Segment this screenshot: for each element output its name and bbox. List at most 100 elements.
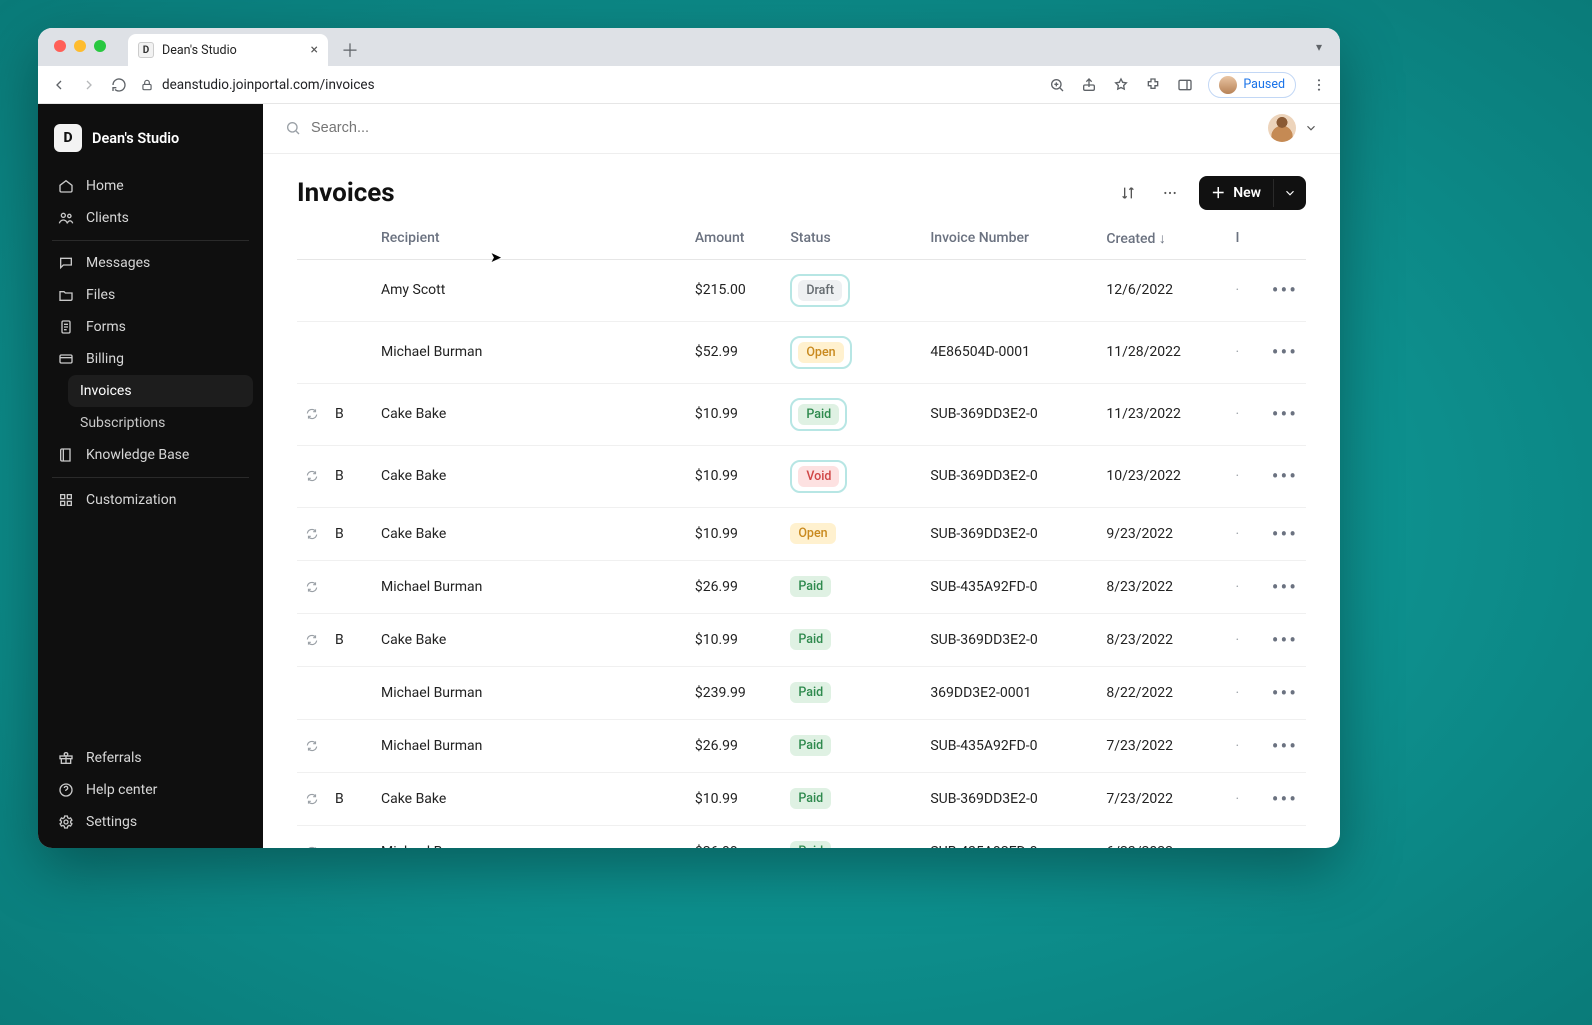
sidebar-sublist-billing: Invoices Subscriptions bbox=[68, 375, 253, 439]
more-icon: ••• bbox=[1272, 402, 1298, 426]
sidebar-item-knowledge[interactable]: Knowledge Base bbox=[48, 439, 253, 471]
recipient-name: Cake Bake bbox=[381, 526, 446, 542]
column-invoice-number[interactable]: Invoice Number bbox=[922, 218, 1098, 260]
share-icon[interactable] bbox=[1080, 76, 1098, 94]
more-icon: ••• bbox=[1272, 464, 1298, 488]
row-actions[interactable]: ••• bbox=[1256, 507, 1306, 560]
status-cell: Paid bbox=[782, 383, 922, 445]
new-button-label: New bbox=[1233, 185, 1261, 201]
new-tab-button[interactable]: ＋ bbox=[336, 36, 364, 64]
sidebar-item-referrals[interactable]: Referrals bbox=[48, 742, 253, 774]
search-input[interactable] bbox=[311, 120, 571, 136]
maximize-window-button[interactable] bbox=[94, 40, 106, 52]
new-invoice-button[interactable]: ＋ New bbox=[1199, 176, 1306, 210]
table-row[interactable]: BCake Bake$10.99PaidSUB-369DD3E2-08/23/2… bbox=[297, 613, 1306, 666]
row-actions[interactable]: ••• bbox=[1256, 321, 1306, 383]
overflow-cell: · bbox=[1227, 666, 1256, 719]
sidebar-item-home[interactable]: Home bbox=[48, 170, 253, 202]
amount-cell: $215.00 bbox=[687, 259, 782, 321]
sidebar-bottom: Referrals Help center Settings bbox=[48, 742, 253, 838]
sidebar: D Dean's Studio Home Clients Messages Fi… bbox=[38, 104, 263, 848]
created-cell: 11/28/2022 bbox=[1098, 321, 1227, 383]
row-actions[interactable]: ••• bbox=[1256, 383, 1306, 445]
amount-cell: $52.99 bbox=[687, 321, 782, 383]
new-button-dropdown[interactable] bbox=[1273, 179, 1306, 207]
sidebar-item-messages[interactable]: Messages bbox=[48, 247, 253, 279]
table-row[interactable]: Michael Burman$52.99Open4E86504D-000111/… bbox=[297, 321, 1306, 383]
row-actions[interactable]: ••• bbox=[1256, 560, 1306, 613]
column-created[interactable]: Created ↓ bbox=[1098, 218, 1227, 260]
status-cell: Draft bbox=[782, 259, 922, 321]
tab-title: Dean's Studio bbox=[162, 43, 237, 58]
tabs-overflow-button[interactable]: ▾ bbox=[1316, 40, 1322, 54]
more-button[interactable] bbox=[1157, 180, 1183, 206]
browser-menu-button[interactable] bbox=[1310, 76, 1328, 94]
table-row[interactable]: BCake Bake$10.99PaidSUB-369DD3E2-011/23/… bbox=[297, 383, 1306, 445]
row-actions[interactable]: ••• bbox=[1256, 666, 1306, 719]
bookmark-icon[interactable] bbox=[1112, 76, 1130, 94]
cursor-icon: ➤ bbox=[490, 250, 502, 266]
profile-paused-pill[interactable]: Paused bbox=[1208, 72, 1296, 98]
created-cell: 11/23/2022 bbox=[1098, 383, 1227, 445]
sidebar-item-customization[interactable]: Customization bbox=[48, 484, 253, 516]
amount-cell: $10.99 bbox=[687, 445, 782, 507]
row-actions[interactable]: ••• bbox=[1256, 445, 1306, 507]
extensions-icon[interactable] bbox=[1144, 76, 1162, 94]
row-actions[interactable]: ••• bbox=[1256, 613, 1306, 666]
close-window-button[interactable] bbox=[54, 40, 66, 52]
forward-button[interactable] bbox=[80, 76, 98, 94]
sync-icon bbox=[305, 469, 319, 483]
sidebar-item-help[interactable]: Help center bbox=[48, 774, 253, 806]
amount-cell: $239.99 bbox=[687, 666, 782, 719]
recipient-name: Michael Burman bbox=[381, 344, 482, 360]
invoice-number-cell: SUB-369DD3E2-0 bbox=[922, 445, 1098, 507]
row-actions[interactable]: ••• bbox=[1256, 825, 1306, 848]
more-icon: ••• bbox=[1272, 522, 1298, 546]
column-sync bbox=[297, 218, 327, 260]
overflow-cell: · bbox=[1227, 719, 1256, 772]
overflow-cell: · bbox=[1227, 507, 1256, 560]
close-tab-button[interactable]: × bbox=[311, 43, 318, 57]
sidebar-subitem-subscriptions[interactable]: Subscriptions bbox=[68, 407, 253, 439]
table-row[interactable]: Amy Scott$215.00Draft12/6/2022·••• bbox=[297, 259, 1306, 321]
table-row[interactable]: BCake Bake$10.99PaidSUB-369DD3E2-07/23/2… bbox=[297, 772, 1306, 825]
sidebar-item-forms[interactable]: Forms bbox=[48, 311, 253, 343]
table-row[interactable]: Michael Burman$239.99Paid369DD3E2-00018/… bbox=[297, 666, 1306, 719]
sidebar-separator bbox=[52, 240, 249, 241]
column-status[interactable]: Status bbox=[782, 218, 922, 260]
column-overflow: I bbox=[1227, 218, 1256, 260]
panel-icon[interactable] bbox=[1176, 76, 1194, 94]
sidebar-item-billing[interactable]: Billing bbox=[48, 343, 253, 375]
sidebar-subitem-invoices[interactable]: Invoices bbox=[68, 375, 253, 407]
row-actions[interactable]: ••• bbox=[1256, 719, 1306, 772]
settings-icon bbox=[58, 814, 74, 830]
table-row[interactable]: Michael Burman$26.99PaidSUB-435A92FD-06/… bbox=[297, 825, 1306, 848]
user-menu[interactable] bbox=[1268, 114, 1318, 142]
row-actions[interactable]: ••• bbox=[1256, 772, 1306, 825]
page-title: Invoices bbox=[297, 178, 395, 208]
url-display[interactable]: deanstudio.joinportal.com/invoices bbox=[140, 77, 1036, 93]
sort-button[interactable] bbox=[1115, 180, 1141, 206]
minimize-window-button[interactable] bbox=[74, 40, 86, 52]
row-actions[interactable]: ••• bbox=[1256, 259, 1306, 321]
search-field[interactable] bbox=[285, 120, 1256, 136]
reload-button[interactable] bbox=[110, 76, 128, 94]
sidebar-item-settings[interactable]: Settings bbox=[48, 806, 253, 838]
column-recipient[interactable]: Recipient bbox=[373, 218, 687, 260]
status-cell: Paid bbox=[782, 613, 922, 666]
brand-name: Dean's Studio bbox=[92, 130, 179, 147]
avatar-cell bbox=[327, 560, 373, 613]
invoice-number-cell: SUB-435A92FD-0 bbox=[922, 560, 1098, 613]
sidebar-item-files[interactable]: Files bbox=[48, 279, 253, 311]
table-row[interactable]: Michael Burman$26.99PaidSUB-435A92FD-07/… bbox=[297, 719, 1306, 772]
back-button[interactable] bbox=[50, 76, 68, 94]
table-row[interactable]: BCake Bake$10.99VoidSUB-369DD3E2-010/23/… bbox=[297, 445, 1306, 507]
browser-tab[interactable]: D Dean's Studio × bbox=[128, 34, 328, 66]
column-amount[interactable]: Amount bbox=[687, 218, 782, 260]
grid-icon bbox=[58, 492, 74, 508]
brand[interactable]: D Dean's Studio bbox=[48, 118, 253, 170]
zoom-icon[interactable] bbox=[1048, 76, 1066, 94]
table-row[interactable]: BCake Bake$10.99OpenSUB-369DD3E2-09/23/2… bbox=[297, 507, 1306, 560]
table-row[interactable]: Michael Burman$26.99PaidSUB-435A92FD-08/… bbox=[297, 560, 1306, 613]
sidebar-item-clients[interactable]: Clients bbox=[48, 202, 253, 234]
